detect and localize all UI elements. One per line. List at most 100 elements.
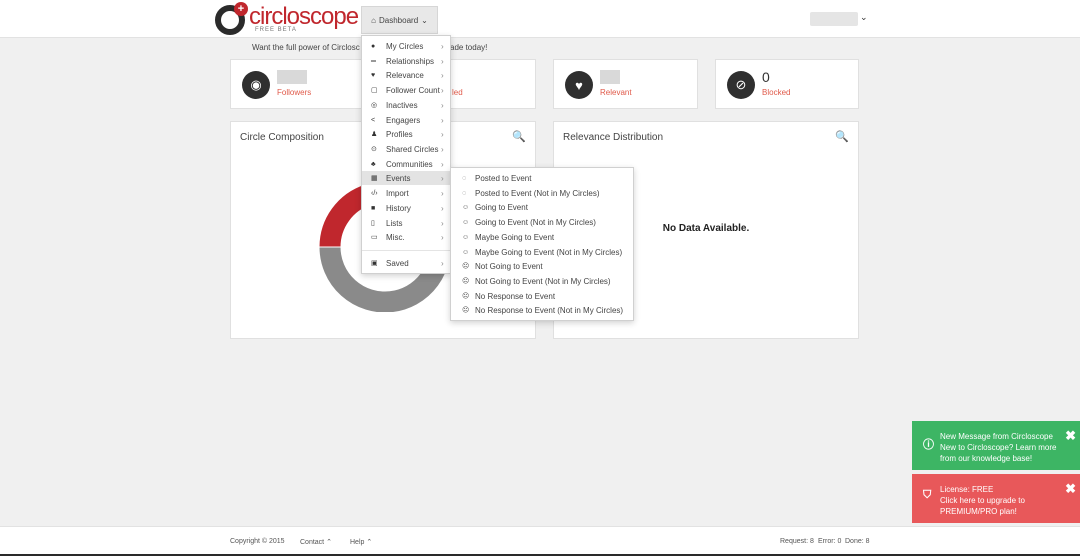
book-icon: ■ — [371, 204, 376, 212]
heart-icon: ♥ — [371, 71, 376, 79]
blocked-icon: ⊘ — [727, 71, 755, 99]
close-icon[interactable]: ✖ — [1065, 481, 1076, 497]
meh-icon: ☺ — [462, 233, 470, 241]
chevron-down-icon[interactable]: ⌄ — [860, 12, 868, 23]
logo-plus-icon: + — [234, 2, 248, 16]
comment-icon: ◌ — [462, 174, 467, 182]
folder-icon: ▭ — [371, 234, 378, 241]
stat-card-relevant: ♥ Relevant — [553, 59, 698, 109]
smile-icon: ☺ — [462, 203, 470, 211]
dashboard-label: Dashboard — [379, 15, 419, 25]
menu-item-history[interactable]: ■ History › — [362, 201, 451, 215]
menu-item-my-circles[interactable]: ● My Circles › — [362, 39, 451, 53]
frown-icon: ☹ — [462, 263, 470, 270]
shield-alert-icon: ⛉ — [923, 489, 932, 501]
stat-label: Followers — [277, 88, 312, 97]
chevron-right-icon: › — [441, 56, 444, 66]
users-icon: ♣ — [371, 160, 376, 168]
toast-line: New to Circloscope? Learn more — [940, 443, 1057, 452]
stat-card-blocked: ⊘ 0 Blocked — [715, 59, 859, 109]
menu-item-communities[interactable]: ♣ Communities › — [362, 157, 451, 171]
footer: Copyright © 2015 Contact ⌃ Help ⌃ Reques… — [0, 526, 1080, 554]
user-account-name[interactable] — [810, 12, 858, 26]
smile-icon: ☺ — [462, 218, 470, 226]
chevron-right-icon: › — [441, 85, 444, 95]
request-count: Request: 8 — [780, 538, 814, 545]
menu-item-relationships[interactable]: ═ Relationships › — [362, 54, 451, 68]
submenu-item[interactable]: ◌ Posted to Event — [451, 171, 634, 185]
done-count: Done: 8 — [845, 538, 870, 545]
menu-item-inactives[interactable]: ◎ Inactives › — [362, 98, 451, 112]
menu-item-misc[interactable]: ▭ Misc. › — [362, 230, 451, 244]
panel-title: Circle Composition — [240, 132, 324, 143]
chevron-right-icon: › — [441, 144, 444, 154]
menu-item-shared-circles[interactable]: ⊙ Shared Circles › — [362, 142, 451, 156]
zoom-icon[interactable]: 🔍 — [512, 130, 526, 143]
shared-circle-icon: ⊙ — [371, 146, 377, 153]
chevron-right-icon: › — [441, 129, 444, 139]
toast-license[interactable]: ⛉ License: FREE Click here to upgrade to… — [912, 474, 1080, 523]
eye-icon: ◉ — [242, 71, 270, 99]
events-submenu: ◌ Posted to Event ◌ Posted to Event (Not i… — [450, 167, 634, 321]
square-icon: ▢ — [371, 87, 378, 94]
panel-title: Relevance Distribution — [563, 132, 664, 143]
menu-item-engagers[interactable]: < Engagers › — [362, 113, 451, 127]
submenu-item[interactable]: ☺ Maybe Going to Event (Not in My Circles… — [451, 245, 634, 259]
promo-text: Want the full power of Circlosc — [252, 43, 360, 52]
submenu-item[interactable]: ☺ Going to Event — [451, 200, 634, 214]
menu-item-follower-count[interactable]: ▢ Follower Count › — [362, 83, 451, 97]
toast-line: PREMIUM/PRO plan! — [940, 507, 1017, 516]
chevron-right-icon: › — [441, 100, 444, 110]
chevron-up-icon: ⌃ — [366, 539, 373, 546]
submenu-item[interactable]: ◌ Posted to Event (Not in My Circles) — [451, 186, 634, 200]
stat-card-followers: ◉ Followers — [230, 59, 368, 109]
help-link[interactable]: Help ⌃ — [350, 538, 372, 546]
chevron-right-icon: › — [441, 41, 444, 51]
submenu-item[interactable]: ☹ Not Going to Event — [451, 259, 634, 273]
share-icon: < — [371, 116, 376, 124]
menu-item-lists[interactable]: ▯ Lists › — [362, 216, 451, 230]
promo-text-end: ade today! — [450, 43, 488, 52]
menu-item-import[interactable]: ‹/› Import › — [362, 186, 451, 200]
comment-icon: ◌ — [462, 189, 467, 197]
followers-count — [277, 70, 307, 84]
toast-line: Click here to upgrade to — [940, 496, 1025, 505]
zoom-icon[interactable]: 🔍 — [835, 130, 849, 143]
relevant-count — [600, 70, 620, 84]
dashboard-dropdown-button[interactable]: ⌂ Dashboard ⌄ — [361, 6, 438, 34]
stat-label: Blocked — [762, 88, 791, 97]
chevron-down-icon: ⌄ — [421, 15, 428, 25]
relationships-icon: ═ — [371, 57, 376, 65]
stat-label: led — [452, 88, 463, 97]
chevron-right-icon: › — [441, 115, 444, 125]
contact-link[interactable]: Contact ⌃ — [300, 538, 332, 546]
home-icon: ⌂ — [371, 15, 376, 25]
toast-line: from our knowledge base! — [940, 454, 1033, 463]
code-icon: ‹/› — [371, 189, 378, 197]
circle-icon: ● — [371, 42, 376, 50]
menu-item-relevance[interactable]: ♥ Relevance › — [362, 68, 451, 82]
heart-icon: ♥ — [565, 71, 593, 99]
submenu-item[interactable]: ☹ No Response to Event — [451, 289, 634, 303]
user-icon: ♟ — [371, 131, 378, 138]
submenu-item[interactable]: ☺ Maybe Going to Event — [451, 230, 634, 244]
menu-item-saved[interactable]: ▣ Saved › — [362, 256, 451, 270]
submenu-item[interactable]: ☹ No Response to Event (Not in My Circles… — [451, 303, 634, 317]
menu-item-events[interactable]: ▦ Events › — [362, 171, 451, 185]
menu-item-profiles[interactable]: ♟ Profiles › — [362, 127, 451, 141]
error-count: Error: 0 — [818, 538, 842, 545]
close-icon[interactable]: ✖ — [1065, 428, 1076, 444]
dashboard-menu: ● My Circles › ═ Relationships › ♥ Relevance ›… — [361, 35, 451, 274]
calendar-icon: ▦ — [371, 175, 378, 182]
stat-label: Relevant — [600, 88, 632, 97]
meh-icon: ☺ — [462, 248, 470, 256]
blocked-count: 0 — [762, 69, 770, 85]
toast-title: License: FREE — [940, 485, 994, 494]
chevron-up-icon: ⌃ — [326, 539, 332, 546]
logo[interactable]: + circloscope FREE BETA — [215, 2, 359, 35]
submenu-item[interactable]: ☺ Going to Event (Not in My Circles) — [451, 215, 634, 229]
no-response-icon: ☹ — [462, 293, 470, 300]
copyright-text: Copyright © 2015 — [230, 538, 285, 545]
toast-new-message[interactable]: ⓘ New Message from Circloscope New to Ci… — [912, 421, 1080, 470]
submenu-item[interactable]: ☹ Not Going to Event (Not in My Circles) — [451, 274, 634, 288]
